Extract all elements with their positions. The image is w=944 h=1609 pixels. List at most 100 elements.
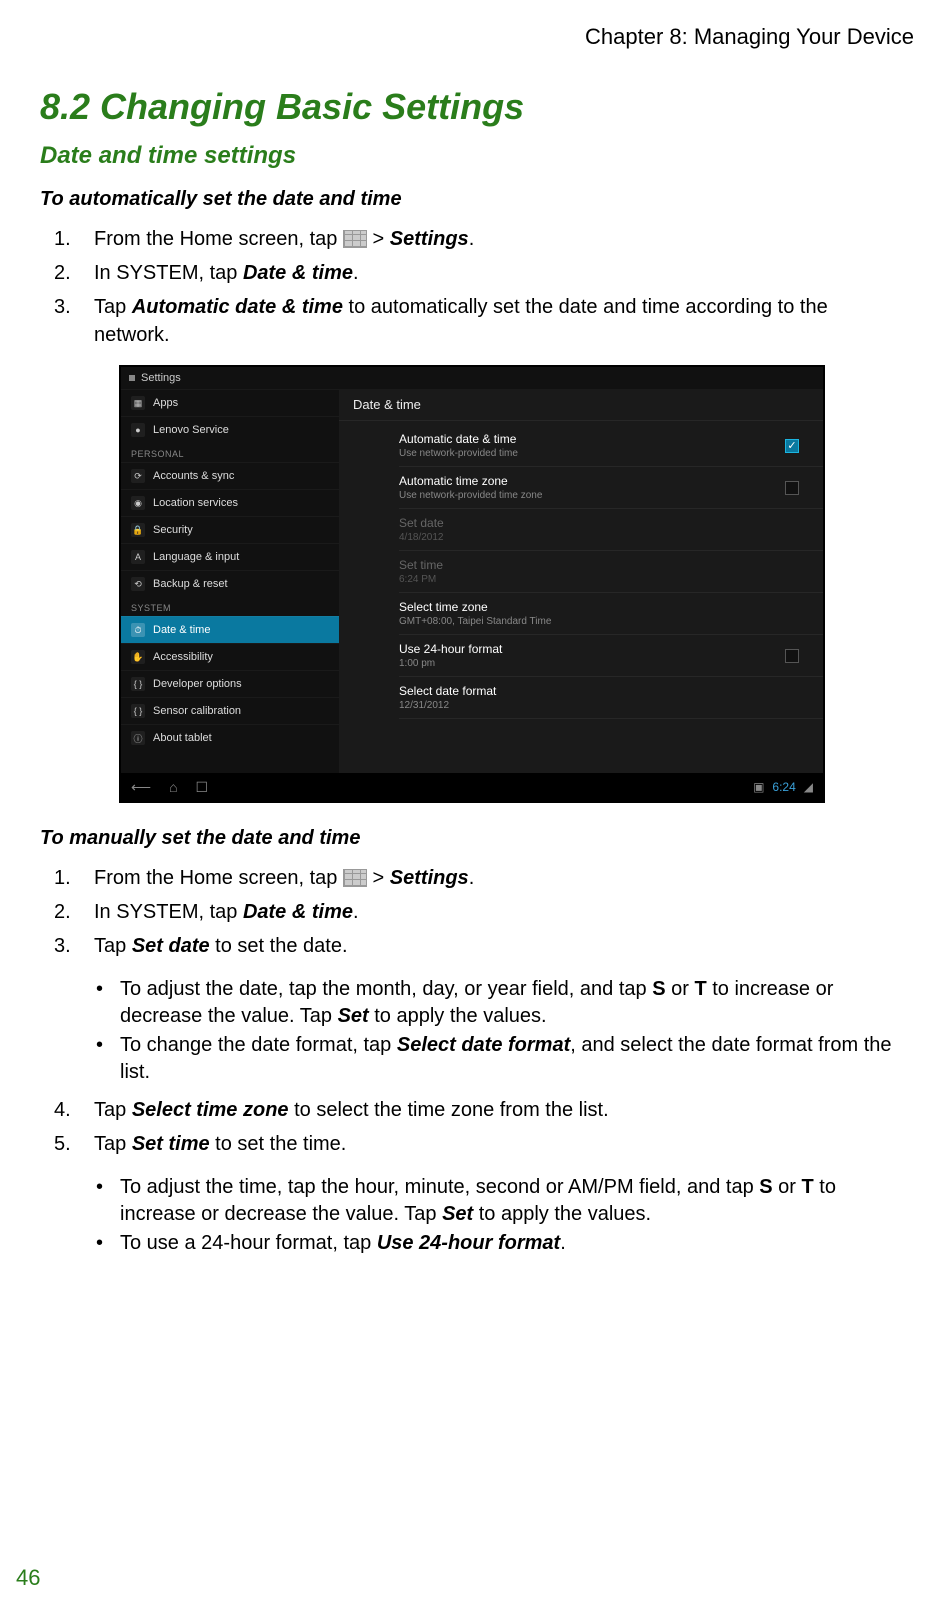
step-3: 3.Tap Set date to set the date. — [40, 932, 904, 960]
system-navbar: ⟵ ⌂ ☐ ▣ 6:24 ◢ — [121, 773, 823, 801]
step-3: 3.Tap Automatic date & time to automatic… — [40, 293, 904, 349]
sidebar-item-label: Backup & reset — [153, 578, 228, 590]
setting-title: Select date format — [399, 684, 496, 698]
checkbox-icon[interactable] — [785, 481, 799, 495]
setting-sub: 12/31/2012 — [399, 700, 496, 711]
auto-heading: To automatically set the date and time — [40, 188, 904, 211]
sidebar-item-label: Developer options — [153, 678, 242, 690]
page-number: 46 — [16, 1565, 40, 1591]
back-icon[interactable]: ⟵ — [131, 779, 151, 796]
status-bar: Settings — [121, 367, 823, 389]
settings-label: Settings — [390, 228, 469, 250]
step-2: 2.In SYSTEM, tap Date & time. — [40, 898, 904, 926]
sidebar-item-accounts-sync[interactable]: ⟳ Accounts & sync — [121, 462, 339, 489]
settings-sidebar: ▦ Apps ● Lenovo Service PERSONAL ⟳ Accou… — [121, 389, 339, 773]
language-icon: A — [131, 550, 145, 564]
backup-icon: ⟲ — [131, 577, 145, 591]
sidebar-item-label: Sensor calibration — [153, 705, 241, 717]
setting-sub: 6:24 PM — [399, 574, 443, 585]
sidebar-item-apps[interactable]: ▦ Apps — [121, 389, 339, 416]
sidebar-item-label: Accessibility — [153, 651, 213, 663]
manual-heading: To manually set the date and time — [40, 827, 904, 850]
accessibility-icon: ✋ — [131, 650, 145, 664]
bullet-adjust-date: To adjust the date, tap the month, day, … — [40, 976, 904, 1030]
date-time-label: Date & time — [243, 901, 353, 923]
setting-title: Set time — [399, 558, 443, 572]
setting-title: Automatic time zone — [399, 474, 542, 488]
setting-title: Set date — [399, 516, 444, 530]
pane-title: Date & time — [339, 389, 823, 421]
set-date-label: Set date — [132, 935, 210, 957]
sidebar-item-date-time[interactable]: ⏱ Date & time — [121, 616, 339, 643]
subsection-title: Date and time settings — [40, 142, 904, 170]
bullet-24-hour: To use a 24-hour format, tap Use 24-hour… — [40, 1230, 904, 1257]
step-number: 1. — [54, 225, 94, 253]
checkbox-icon[interactable] — [785, 649, 799, 663]
step-2: 2.In SYSTEM, tap Date & time. — [40, 259, 904, 287]
dev-icon: { } — [131, 677, 145, 691]
step-1: 1.From the Home screen, tap > Settings. — [40, 864, 904, 892]
set-label: Set — [442, 1203, 473, 1225]
setting-sub: GMT+08:00, Taipei Standard Time — [399, 616, 551, 627]
sidebar-section-personal: PERSONAL — [121, 443, 339, 462]
sidebar-item-location-services[interactable]: ◉ Location services — [121, 489, 339, 516]
select-date-format-label: Select date format — [397, 1034, 570, 1056]
apps-icon: ▦ — [131, 396, 145, 410]
step-1: 1.From the Home screen, tap > Settings. — [40, 225, 904, 253]
use-24-hour-label: Use 24-hour format — [377, 1232, 560, 1254]
main-pane: Date & time Automatic date & time Use ne… — [339, 389, 823, 773]
checkbox-icon[interactable]: ✓ — [785, 439, 799, 453]
home-icon[interactable]: ⌂ — [169, 779, 177, 796]
recent-icon[interactable]: ☐ — [196, 779, 209, 796]
step-number: 4. — [54, 1096, 94, 1124]
setting-sub: Use network-provided time — [399, 448, 518, 459]
select-time-zone-label: Select time zone — [132, 1099, 289, 1121]
step-number: 3. — [54, 932, 94, 960]
location-icon: ◉ — [131, 496, 145, 510]
sidebar-item-language-input[interactable]: A Language & input — [121, 543, 339, 570]
screenshot-icon[interactable]: ▣ — [753, 780, 764, 794]
manual-steps-cont: 4.Tap Select time zone to select the tim… — [40, 1096, 904, 1158]
sidebar-item-backup-reset[interactable]: ⟲ Backup & reset — [121, 570, 339, 597]
setting-set-date: Set date 4/18/2012 — [399, 509, 823, 551]
setting-title: Select time zone — [399, 600, 551, 614]
sidebar-item-label: Location services — [153, 497, 238, 509]
step-number: 2. — [54, 898, 94, 926]
apps-grid-icon — [343, 230, 367, 248]
step-5: 5.Tap Set time to set the time. — [40, 1130, 904, 1158]
sidebar-item-sensor-calibration[interactable]: { } Sensor calibration — [121, 697, 339, 724]
statusbar-title: Settings — [141, 372, 181, 384]
sidebar-item-accessibility[interactable]: ✋ Accessibility — [121, 643, 339, 670]
sidebar-item-label: Security — [153, 524, 193, 536]
info-icon: ⓘ — [131, 731, 145, 745]
setting-sub: Use network-provided time zone — [399, 490, 542, 501]
step-number: 2. — [54, 259, 94, 287]
lock-icon: 🔒 — [131, 523, 145, 537]
sidebar-item-lenovo-service[interactable]: ● Lenovo Service — [121, 416, 339, 443]
date-bullets: To adjust the date, tap the month, day, … — [40, 976, 904, 1086]
setting-auto-time-zone[interactable]: Automatic time zone Use network-provided… — [399, 467, 823, 509]
sidebar-item-developer-options[interactable]: { } Developer options — [121, 670, 339, 697]
apps-grid-icon — [343, 869, 367, 887]
sidebar-item-about-tablet[interactable]: ⓘ About tablet — [121, 724, 339, 751]
manual-steps: 1.From the Home screen, tap > Settings. … — [40, 864, 904, 960]
setting-select-date-format[interactable]: Select date format 12/31/2012 — [399, 677, 823, 719]
sidebar-item-label: About tablet — [153, 732, 212, 744]
setting-use-24-hour[interactable]: Use 24-hour format 1:00 pm — [399, 635, 823, 677]
time-bullets: To adjust the time, tap the hour, minute… — [40, 1174, 904, 1257]
sidebar-item-label: Accounts & sync — [153, 470, 234, 482]
setting-select-time-zone[interactable]: Select time zone GMT+08:00, Taipei Stand… — [399, 593, 823, 635]
setting-auto-date-time[interactable]: Automatic date & time Use network-provid… — [399, 425, 823, 467]
date-time-label: Date & time — [243, 262, 353, 284]
lenovo-icon: ● — [131, 423, 145, 437]
clock-icon: ⏱ — [131, 623, 145, 637]
sidebar-section-system: SYSTEM — [121, 597, 339, 616]
setting-list: Automatic date & time Use network-provid… — [339, 421, 823, 719]
sidebar-item-security[interactable]: 🔒 Security — [121, 516, 339, 543]
sidebar-item-label: Language & input — [153, 551, 239, 563]
auto-date-time-label: Automatic date & time — [132, 296, 343, 318]
sidebar-item-label: Apps — [153, 397, 178, 409]
signal-icon: ◢ — [804, 780, 813, 794]
sensor-icon: { } — [131, 704, 145, 718]
setting-title: Automatic date & time — [399, 432, 518, 446]
